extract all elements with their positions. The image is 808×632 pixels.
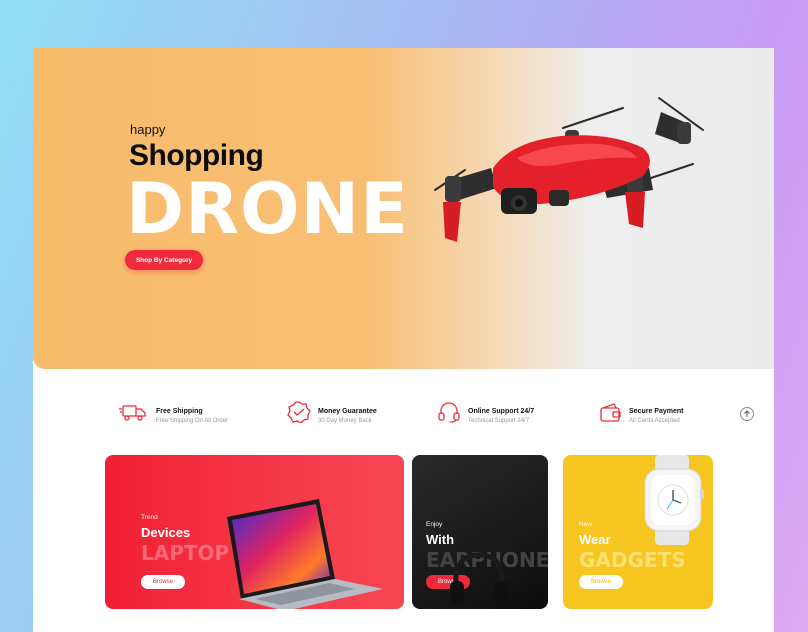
card-eyebrow: New bbox=[579, 521, 593, 528]
browse-button[interactable]: Browse bbox=[141, 575, 185, 589]
card-title: With bbox=[426, 532, 455, 547]
laptop-image bbox=[227, 499, 383, 609]
feature-title: Online Support 24/7 bbox=[468, 408, 535, 415]
hero-kicker: happy bbox=[130, 122, 166, 137]
arrow-up-icon bbox=[744, 410, 750, 417]
wallet-icon bbox=[600, 403, 621, 422]
scroll-to-top-button[interactable] bbox=[740, 407, 754, 421]
smartwatch-image bbox=[644, 455, 704, 545]
shop-by-category-button[interactable]: Shop By Category bbox=[125, 250, 203, 270]
features-bar: Free Shipping Free Shipping On All Order… bbox=[33, 399, 774, 439]
card-title: Devices bbox=[141, 525, 191, 540]
card-eyebrow: Enjoy bbox=[426, 521, 443, 528]
browse-button[interactable]: Browse bbox=[579, 575, 623, 589]
feature-subtitle: Free Shipping On All Order bbox=[156, 418, 229, 424]
hero-banner: happy Shopping DRONE Shop By Category bbox=[33, 48, 774, 369]
headset-icon bbox=[438, 402, 460, 423]
feature-subtitle: All Cards Accepted bbox=[629, 418, 680, 424]
page: happy Shopping DRONE Shop By Category Fr… bbox=[33, 48, 774, 632]
promo-card-laptop[interactable]: Trend Devices LAPTOP Browse bbox=[105, 455, 404, 609]
card-big-label: LAPTOP bbox=[141, 541, 230, 565]
promo-card-gadgets[interactable]: New Wear GADGETS Browse bbox=[563, 455, 713, 609]
feature-title: Secure Payment bbox=[629, 408, 684, 415]
card-eyebrow: Trend bbox=[141, 514, 158, 521]
badge-check-icon bbox=[287, 401, 311, 423]
hero-headline: DRONE bbox=[126, 168, 409, 250]
drone-image bbox=[434, 97, 704, 242]
feature-subtitle: Technical Support 24/7 bbox=[468, 418, 530, 424]
feature-subtitle: 30 Day Money Back bbox=[318, 418, 372, 424]
truck-icon bbox=[119, 405, 146, 421]
feature-title: Money Guarantee bbox=[318, 408, 377, 415]
card-big-label: GADGETS bbox=[579, 548, 686, 572]
headphones-image bbox=[450, 552, 508, 605]
promo-card-earphone[interactable]: Enjoy With EARPHONE Browse bbox=[412, 455, 548, 609]
feature-title: Free Shipping bbox=[156, 408, 203, 415]
card-title: Wear bbox=[579, 532, 611, 547]
